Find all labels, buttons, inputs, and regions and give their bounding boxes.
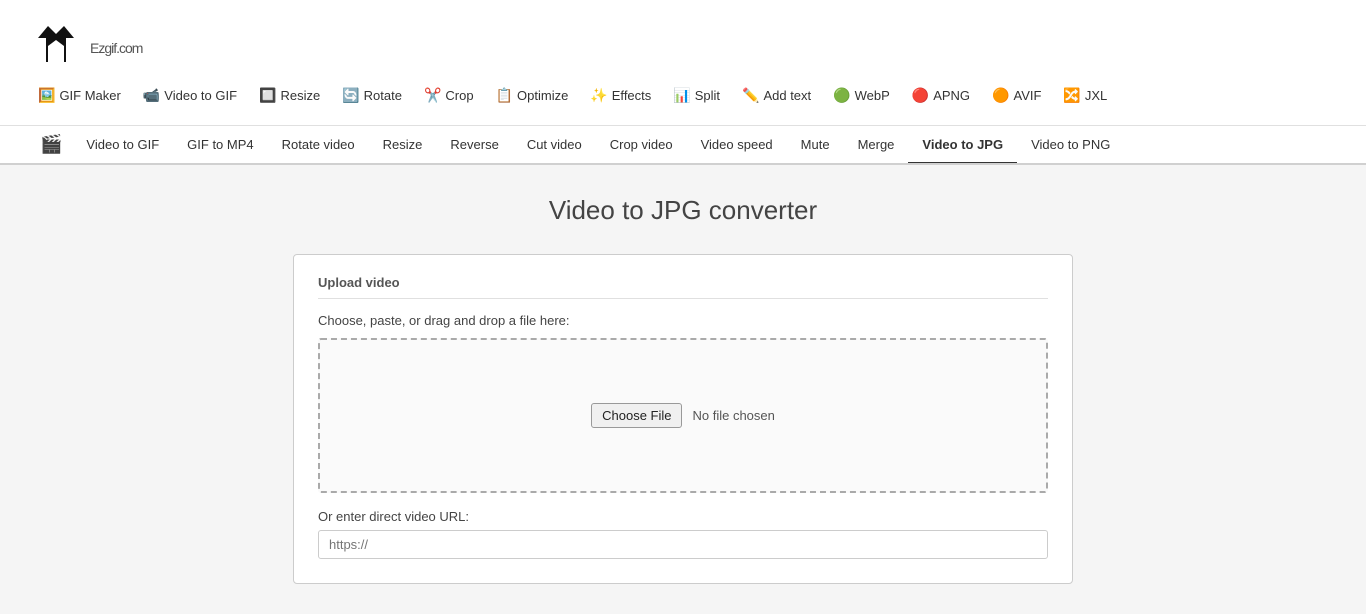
header: Ezgif.com 🖼️ GIF Maker 📹 Video to GIF 🔲 Resiz… [0, 0, 1366, 126]
split-icon: 📊 [673, 87, 690, 104]
top-nav-video-to-gif[interactable]: 📹 Video to GIF [135, 84, 245, 107]
top-nav-split[interactable]: 📊 Split [665, 84, 728, 107]
apng-label: APNG [933, 88, 970, 103]
video-to-gif-icon: 📹 [143, 87, 160, 104]
resize-label: Resize [280, 88, 320, 103]
logo-area: Ezgif.com [30, 18, 1336, 70]
sub-crop-video[interactable]: Crop video [596, 127, 687, 164]
top-nav-optimize[interactable]: 📋 Optimize [488, 84, 577, 107]
upload-box: Upload video Choose, paste, or drag and … [293, 254, 1073, 584]
avif-label: AVIF [1013, 88, 1041, 103]
gif-maker-icon: 🖼️ [38, 87, 55, 104]
file-input-area: Choose File No file chosen [591, 403, 775, 428]
sub-video-to-gif[interactable]: Video to GIF [72, 127, 173, 164]
no-file-text: No file chosen [692, 408, 774, 423]
crop-label: Crop [445, 88, 473, 103]
top-nav-add-text[interactable]: ✏️ Add text [734, 84, 819, 107]
optimize-icon: 📋 [496, 87, 513, 104]
top-nav-apng[interactable]: 🔴 APNG [904, 84, 978, 107]
add-text-label: Add text [763, 88, 811, 103]
top-nav-avif[interactable]: 🟠 AVIF [984, 84, 1049, 107]
jxl-icon: 🔀 [1063, 87, 1080, 104]
logo-name: Ezgif [90, 40, 116, 56]
top-nav-webp[interactable]: 🟢 WebP [825, 84, 898, 107]
jxl-label: JXL [1085, 88, 1107, 103]
rotate-icon: 🔄 [342, 87, 359, 104]
sub-cut-video[interactable]: Cut video [513, 127, 596, 164]
sub-video-to-png[interactable]: Video to PNG [1017, 127, 1124, 164]
page-title: Video to JPG converter [293, 195, 1073, 226]
logo-icon [30, 18, 82, 70]
choose-file-button[interactable]: Choose File [591, 403, 682, 428]
split-label: Split [695, 88, 720, 103]
logo-text: Ezgif.com [90, 28, 142, 60]
upload-instruction: Choose, paste, or drag and drop a file h… [318, 313, 1048, 328]
sub-rotate-video[interactable]: Rotate video [268, 127, 369, 164]
top-nav-resize[interactable]: 🔲 Resize [251, 84, 328, 107]
sub-reverse[interactable]: Reverse [436, 127, 512, 164]
url-input[interactable] [318, 530, 1048, 559]
sub-nav: 🎬 Video to GIFGIF to MP4Rotate videoResi… [0, 126, 1366, 165]
sub-video-to-jpg[interactable]: Video to JPG [908, 127, 1017, 164]
top-nav: 🖼️ GIF Maker 📹 Video to GIF 🔲 Resize 🔄 Rotate ✂️… [30, 84, 1336, 115]
add-text-icon: ✏️ [742, 87, 759, 104]
top-nav-jxl[interactable]: 🔀 JXL [1055, 84, 1115, 107]
sub-video-speed[interactable]: Video speed [687, 127, 787, 164]
crop-icon: ✂️ [424, 87, 441, 104]
sub-merge[interactable]: Merge [844, 127, 909, 164]
top-nav-crop[interactable]: ✂️ Crop [416, 84, 482, 107]
webp-label: WebP [855, 88, 890, 103]
sub-mute[interactable]: Mute [787, 127, 844, 164]
logo-suffix: .com [116, 40, 142, 56]
avif-icon: 🟠 [992, 87, 1009, 104]
resize-icon: 🔲 [259, 87, 276, 104]
sub-resize[interactable]: Resize [369, 127, 437, 164]
top-nav-effects[interactable]: ✨ Effects [582, 84, 659, 107]
video-to-gif-label: Video to GIF [164, 88, 237, 103]
main-content: Video to JPG converter Upload video Choo… [273, 195, 1093, 584]
rotate-label: Rotate [364, 88, 402, 103]
gif-maker-label: GIF Maker [59, 88, 120, 103]
optimize-label: Optimize [517, 88, 568, 103]
effects-icon: ✨ [590, 87, 607, 104]
sub-gif-to-mp4[interactable]: GIF to MP4 [173, 127, 267, 164]
effects-label: Effects [612, 88, 652, 103]
top-nav-gif-maker[interactable]: 🖼️ GIF Maker [30, 84, 129, 107]
drop-zone[interactable]: Choose File No file chosen [318, 338, 1048, 493]
url-label: Or enter direct video URL: [318, 509, 1048, 524]
film-icon: 🎬 [30, 126, 72, 163]
upload-box-title: Upload video [318, 275, 1048, 299]
webp-icon: 🟢 [833, 87, 850, 104]
apng-icon: 🔴 [912, 87, 929, 104]
top-nav-rotate[interactable]: 🔄 Rotate [334, 84, 410, 107]
